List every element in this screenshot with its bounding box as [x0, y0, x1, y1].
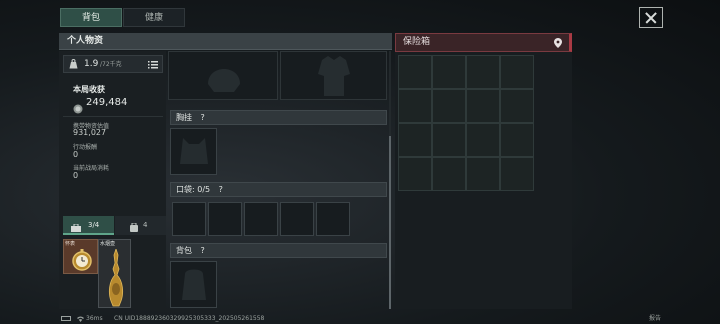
safe-grid-cell[interactable] [466, 157, 500, 191]
safe-grid-cell[interactable] [398, 157, 432, 191]
safe-grid-cell[interactable] [398, 55, 432, 89]
pocket-slot[interactable] [244, 202, 278, 236]
helmet-icon [204, 54, 244, 98]
close-icon[interactable] [639, 7, 663, 28]
weight-row[interactable]: 1.9 /72千克 [63, 55, 163, 73]
item-hookah-label: 水烟壶 [100, 241, 116, 247]
tab-inventory-count-label: 3/4 [88, 221, 100, 229]
chest-rig-icon [177, 134, 211, 170]
stat-carry-value: 931,027 [73, 128, 107, 137]
bag-icon [130, 221, 138, 232]
divider [63, 116, 163, 117]
hookah-icon [107, 247, 125, 307]
tab-bag-count[interactable]: 4 [115, 216, 166, 235]
pocket-watch-icon [70, 248, 94, 272]
pockets-label: 口袋: 0/5 [176, 185, 211, 194]
personal-supplies-title: 个人物资 [59, 33, 392, 50]
weight-value: 1.9 [84, 59, 99, 69]
battery-icon [61, 316, 71, 321]
safe-grid-cell[interactable] [500, 157, 534, 191]
item-pocket-watch-label: 怀表 [65, 241, 76, 247]
backpack-slot[interactable] [170, 261, 217, 308]
backpack-help-icon[interactable]: ? [201, 246, 205, 255]
safe-grid-cell[interactable] [432, 157, 466, 191]
weight-max: /72千克 [100, 61, 122, 68]
ping-value: 36ms [86, 315, 103, 322]
safe-grid-cell[interactable] [432, 123, 466, 157]
backpack-header: 背包 ? [170, 243, 387, 258]
wifi-icon [77, 315, 84, 322]
armor-icon [314, 54, 354, 98]
safe-grid-cell[interactable] [398, 123, 432, 157]
pocket-slot[interactable] [172, 202, 206, 236]
stat-consumption-label: 当前战局消耗 [73, 165, 110, 172]
safe-grid-cell[interactable] [466, 123, 500, 157]
weight-icon [69, 59, 78, 69]
safe-grid-cell[interactable] [432, 89, 466, 123]
tab-bag-count-label: 4 [143, 221, 148, 229]
item-hookah[interactable]: 水烟壶 [98, 239, 131, 308]
stat-consumption: 0 [73, 171, 79, 180]
safe-grid-cell[interactable] [466, 55, 500, 89]
armor-slot[interactable] [280, 51, 387, 100]
safe-grid-cell[interactable] [500, 123, 534, 157]
tab-backpack[interactable]: 背包 [60, 8, 122, 27]
stat-reward: 0 [73, 150, 79, 159]
helmet-slot[interactable] [168, 51, 278, 100]
safe-grid-cell[interactable] [466, 89, 500, 123]
tab-inventory-count[interactable]: 3/4 [63, 216, 114, 235]
status-bar: 36ms CN UID188892360329925305333_2025052… [59, 313, 719, 324]
briefcase-icon [71, 221, 81, 232]
chest-rig-slot[interactable] [170, 128, 217, 175]
pocket-slot[interactable] [280, 202, 314, 236]
round-income-value: 249,484 [86, 97, 128, 108]
safe-grid-cell[interactable] [398, 89, 432, 123]
tab-health[interactable]: 健康 [123, 8, 185, 27]
chest-rig-label: 胸挂 [176, 113, 192, 122]
coin-icon [73, 99, 83, 114]
safe-grid-cell[interactable] [432, 55, 466, 89]
list-icon[interactable] [148, 59, 158, 69]
backpack-label: 背包 [176, 246, 192, 255]
safe-grid-cell[interactable] [500, 89, 534, 123]
item-pocket-watch[interactable]: 怀表 [63, 239, 98, 274]
pocket-slot[interactable] [316, 202, 350, 236]
report-link[interactable]: 报告 [649, 313, 661, 324]
safe-box-title: 保险箱 [403, 37, 431, 47]
pockets-header: 口袋: 0/5 ? [170, 182, 387, 197]
chest-rig-help-icon[interactable]: ? [201, 113, 205, 122]
location-pin-icon[interactable] [554, 38, 562, 48]
pockets-help-icon[interactable]: ? [219, 185, 223, 194]
safe-grid-cell[interactable] [500, 55, 534, 89]
round-income-label: 本局收获 [73, 85, 105, 94]
scrollbar-thumb[interactable] [389, 136, 391, 309]
safe-box-header: 保险箱 [395, 33, 572, 52]
chest-rig-header: 胸挂 ? [170, 110, 387, 125]
pocket-slot[interactable] [208, 202, 242, 236]
uid-text: CN UID188892360329925305333_202505261558 [114, 315, 265, 322]
backpack-icon [179, 266, 209, 304]
